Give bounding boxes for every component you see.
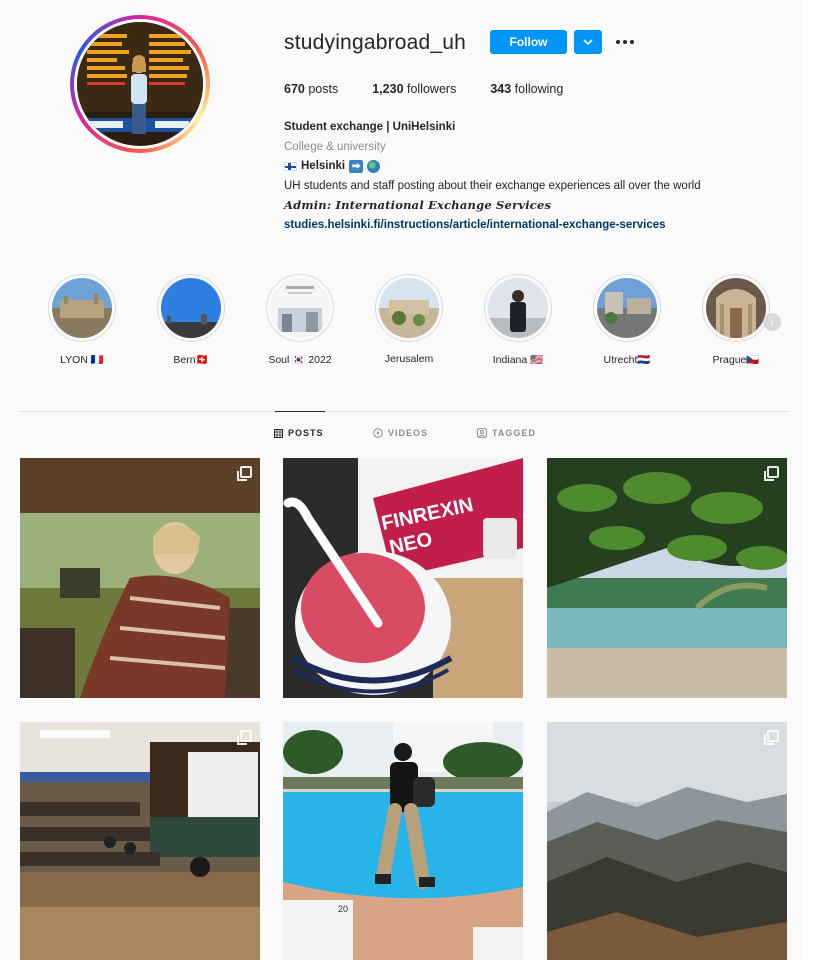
finland-flag-icon (284, 162, 297, 172)
highlight-soul[interactable]: Soul 🇰🇷 2022 (259, 274, 341, 366)
profile-page: studyingabroad_uh Follow 670 posts 1,230… (0, 0, 802, 960)
carousel-icon (764, 466, 779, 481)
profile-description: UH students and staff posting about thei… (284, 179, 701, 192)
highlight-indiana[interactable]: Indiana 🇺🇸 (477, 274, 559, 366)
chevron-right-icon: › (770, 315, 774, 329)
globe-icon (367, 160, 381, 174)
highlight-utrecht[interactable]: Utrecht🇳🇱 (586, 274, 668, 366)
tabs-divider (20, 411, 788, 412)
profile-category: College & university (284, 140, 386, 153)
profile-avatar[interactable] (70, 15, 210, 153)
tagged-icon (477, 428, 487, 438)
profile-name: Student exchange | UniHelsinki (284, 121, 456, 133)
profile-bio: Student exchange | UniHelsinki College &… (284, 118, 794, 235)
post-finrexin-tea[interactable]: FINREXIN NEO (283, 458, 523, 698)
post-safari-blanket[interactable] (20, 458, 260, 698)
active-tab-indicator (275, 411, 325, 412)
pool-sign: 20 (338, 904, 348, 914)
highlight-lyon[interactable]: LYON 🇫🇷 (41, 274, 123, 366)
carousel-icon (237, 730, 252, 745)
following-count[interactable]: 343 following (490, 82, 563, 96)
video-icon (373, 428, 383, 438)
post-beach-leaves[interactable] (547, 458, 787, 698)
profile-location: Helsinki ➡ (284, 157, 794, 177)
followers-count[interactable]: 1,230 followers (372, 82, 456, 96)
post-lecture-hall[interactable] (20, 722, 260, 960)
tab-posts[interactable]: POSTS (274, 428, 324, 438)
window-edge (802, 0, 813, 960)
more-icon (616, 40, 620, 44)
tab-videos[interactable]: VIDEOS (373, 428, 428, 438)
chevron-down-icon (583, 39, 593, 45)
posts-count: 670 posts (284, 82, 339, 96)
profile-stats: 670 posts 1,230 followers 343 following (284, 82, 597, 96)
highlight-jerusalem[interactable]: Jerusalem (368, 274, 450, 365)
carousel-icon (237, 466, 252, 481)
profile-tabs: POSTS VIDEOS TAGGED (20, 428, 788, 444)
highlights-next-button[interactable]: › (763, 313, 781, 331)
username: studyingabroad_uh (284, 31, 467, 54)
more-options-button[interactable] (612, 30, 638, 54)
carousel-icon (764, 730, 779, 745)
posts-grid-icon (274, 428, 283, 438)
profile-admin: Admin: International Exchange Services (284, 198, 552, 212)
suggested-dropdown-button[interactable] (574, 30, 602, 54)
story-highlights: LYON 🇫🇷 Bern🇨🇭 Soul 🇰🇷 2022 Jerusalem In… (48, 274, 788, 374)
tab-tagged[interactable]: TAGGED (477, 428, 536, 438)
arrow-right-icon: ➡ (349, 160, 364, 174)
post-mountains[interactable] (547, 722, 787, 960)
profile-link[interactable]: studies.helsinki.fi/instructions/article… (284, 216, 794, 236)
highlight-bern[interactable]: Bern🇨🇭 (150, 274, 232, 366)
follow-button[interactable]: Follow (490, 30, 567, 54)
post-pool[interactable]: 20 (283, 722, 523, 960)
